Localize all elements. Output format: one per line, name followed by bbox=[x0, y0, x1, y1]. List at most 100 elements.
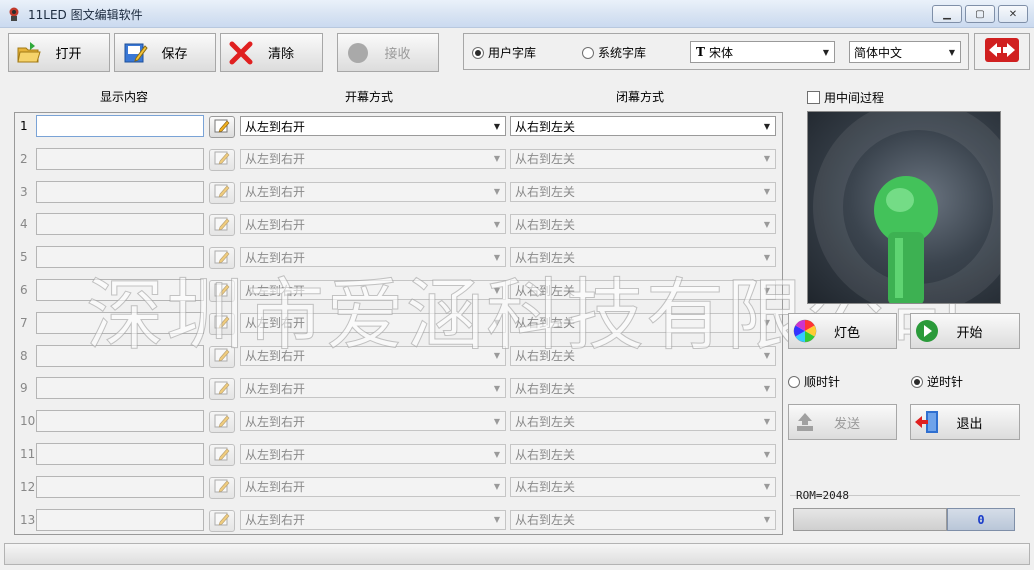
open-mode-select[interactable]: 从左到右开 ▼ bbox=[240, 509, 506, 530]
maximize-icon: ▢ bbox=[975, 8, 985, 20]
content-input[interactable] bbox=[36, 377, 204, 400]
close-mode-select[interactable]: 从右到左关 ▼ bbox=[510, 214, 776, 235]
close-mode-select[interactable]: 从右到左关 ▼ bbox=[510, 444, 776, 464]
table-row: 5 从左到右开 ▼ 从右到左关 ▼ bbox=[14, 244, 783, 270]
content-input[interactable] bbox=[36, 246, 204, 269]
exit-button[interactable]: 退出 bbox=[910, 404, 1020, 440]
close-mode-select[interactable]: 从右到左关 ▼ bbox=[510, 148, 776, 169]
content-input[interactable] bbox=[36, 475, 204, 498]
user-font-radio[interactable]: 用户字库 bbox=[472, 44, 536, 61]
content-input[interactable] bbox=[36, 410, 204, 433]
open-mode-value: 从左到右开 bbox=[245, 283, 306, 298]
content-input[interactable] bbox=[36, 344, 204, 367]
content-input[interactable] bbox=[36, 115, 204, 137]
content-input[interactable] bbox=[36, 311, 204, 334]
edit-button[interactable] bbox=[209, 378, 235, 401]
send-button[interactable]: 发送 bbox=[788, 404, 897, 440]
close-mode-select[interactable]: 从右到左关 ▼ bbox=[510, 476, 776, 497]
edit-button[interactable] bbox=[209, 476, 235, 499]
close-window-button[interactable]: ✕ bbox=[998, 5, 1028, 23]
table-row: 2 从左到右开 ▼ 从右到左关 ▼ bbox=[14, 146, 783, 172]
content-input[interactable] bbox=[36, 180, 204, 203]
app-icon bbox=[9, 7, 19, 21]
open-mode-select[interactable]: 从左到右开 ▼ bbox=[240, 181, 506, 202]
chevron-down-icon: ▼ bbox=[493, 383, 501, 393]
open-mode-select[interactable]: 从左到右开 ▼ bbox=[240, 214, 506, 235]
window-title: 11LED 图文编辑软件 bbox=[28, 8, 143, 22]
save-button[interactable]: 保存 bbox=[114, 33, 216, 72]
table-row: 12 从左到右开 ▼ 从右到左关 ▼ bbox=[14, 474, 783, 500]
close-mode-select[interactable]: 从右到左关 ▼ bbox=[510, 247, 776, 268]
close-mode-select[interactable]: 从右到左关 ▼ bbox=[510, 509, 776, 530]
close-mode-select[interactable]: 从右到左关 ▼ bbox=[510, 378, 776, 399]
content-input[interactable] bbox=[36, 213, 204, 236]
close-mode-select[interactable]: 从右到左关 ▼ bbox=[510, 312, 776, 333]
middle-process-checkbox[interactable]: 用中间过程 bbox=[807, 89, 884, 106]
color-button[interactable]: 灯色 bbox=[788, 313, 897, 349]
font-name-select[interactable]: T 宋体 ▼ bbox=[690, 41, 835, 63]
edit-button[interactable] bbox=[209, 116, 235, 138]
chevron-down-icon: ▼ bbox=[763, 416, 771, 426]
save-label: 保存 bbox=[161, 47, 188, 62]
open-mode-select[interactable]: 从左到右开 ▼ bbox=[240, 378, 506, 399]
clear-button[interactable]: 清除 bbox=[220, 33, 323, 72]
header-close-mode: 闭幕方式 bbox=[616, 90, 665, 104]
open-mode-value: 从左到右开 bbox=[245, 217, 306, 232]
edit-button[interactable] bbox=[209, 148, 235, 171]
chevron-down-icon: ▼ bbox=[948, 47, 956, 57]
open-mode-select[interactable]: 从左到右开 ▼ bbox=[240, 476, 506, 497]
close-mode-select[interactable]: 从右到左关 ▼ bbox=[510, 345, 776, 366]
open-mode-select[interactable]: 从左到右开 ▼ bbox=[240, 280, 506, 300]
open-mode-value: 从左到右开 bbox=[245, 316, 306, 331]
exit-app-button[interactable] bbox=[974, 33, 1030, 70]
content-input[interactable] bbox=[36, 279, 204, 301]
open-mode-select[interactable]: 从左到右开 ▼ bbox=[240, 411, 506, 432]
header-content: 显示内容 bbox=[100, 90, 149, 104]
close-mode-select[interactable]: 从右到左关 ▼ bbox=[510, 116, 776, 136]
content-input[interactable] bbox=[36, 508, 204, 531]
open-mode-select[interactable]: 从左到右开 ▼ bbox=[240, 148, 506, 169]
open-mode-value: 从左到右开 bbox=[245, 119, 306, 134]
clear-icon bbox=[228, 40, 254, 66]
edit-button[interactable] bbox=[209, 312, 235, 335]
chevron-down-icon: ▼ bbox=[763, 515, 771, 525]
edit-button[interactable] bbox=[209, 280, 235, 302]
open-mode-select[interactable]: 从左到右开 ▼ bbox=[240, 116, 506, 136]
play-icon bbox=[914, 318, 940, 344]
close-mode-select[interactable]: 从右到左关 ▼ bbox=[510, 280, 776, 300]
open-mode-select[interactable]: 从左到右开 ▼ bbox=[240, 444, 506, 464]
middle-process-label: 用中间过程 bbox=[824, 91, 885, 105]
user-font-radio-dot bbox=[472, 46, 484, 59]
close-mode-select[interactable]: 从右到左关 ▼ bbox=[510, 411, 776, 432]
open-button[interactable]: 打开 bbox=[8, 33, 110, 72]
minimize-button[interactable]: ▁ bbox=[932, 5, 962, 23]
close-mode-value: 从右到左关 bbox=[515, 283, 576, 298]
language-select[interactable]: 简体中文 ▼ bbox=[849, 41, 961, 63]
edit-button[interactable] bbox=[209, 214, 235, 237]
system-font-radio[interactable]: 系统字库 bbox=[582, 44, 646, 61]
edit-button[interactable] bbox=[209, 247, 235, 270]
edit-icon bbox=[214, 118, 230, 137]
content-input[interactable] bbox=[36, 147, 204, 170]
edit-button[interactable] bbox=[209, 444, 235, 466]
start-button[interactable]: 开始 bbox=[910, 313, 1020, 349]
receive-button[interactable]: 接收 bbox=[337, 33, 439, 72]
open-mode-select[interactable]: 从左到右开 ▼ bbox=[240, 247, 506, 268]
checkbox-box bbox=[807, 91, 820, 104]
edit-button[interactable] bbox=[209, 181, 235, 204]
maximize-button[interactable]: ▢ bbox=[965, 5, 995, 23]
edit-button[interactable] bbox=[209, 345, 235, 368]
clockwise-radio[interactable]: 顺时针 bbox=[788, 373, 840, 390]
chevron-down-icon: ▼ bbox=[493, 515, 501, 525]
edit-button[interactable] bbox=[209, 509, 235, 532]
close-mode-select[interactable]: 从右到左关 ▼ bbox=[510, 181, 776, 202]
edit-button[interactable] bbox=[209, 411, 235, 434]
edit-icon bbox=[214, 282, 230, 301]
counterclockwise-radio[interactable]: 逆时针 bbox=[911, 373, 963, 390]
open-mode-select[interactable]: 从左到右开 ▼ bbox=[240, 312, 506, 333]
content-input[interactable] bbox=[36, 443, 204, 465]
open-label: 打开 bbox=[55, 47, 82, 62]
chevron-down-icon: ▼ bbox=[763, 219, 771, 229]
open-mode-value: 从左到右开 bbox=[245, 185, 306, 200]
open-mode-select[interactable]: 从左到右开 ▼ bbox=[240, 345, 506, 366]
